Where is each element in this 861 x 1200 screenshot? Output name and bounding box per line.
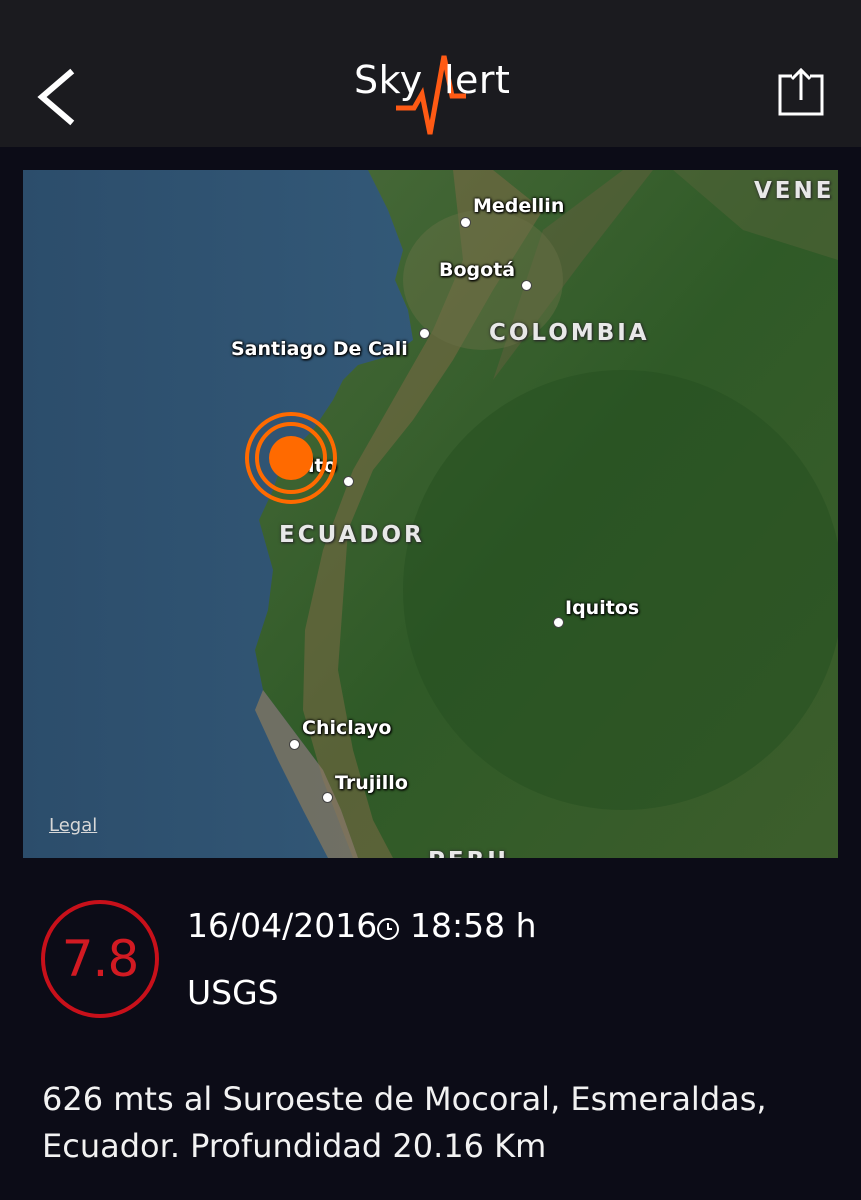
city-label-chiclayo: Chiclayo bbox=[302, 717, 392, 739]
event-date: 16/04/2016 bbox=[187, 906, 378, 945]
event-source: USGS bbox=[187, 973, 279, 1012]
share-button[interactable] bbox=[770, 62, 832, 124]
skyalert-logo: Sky lert bbox=[340, 50, 520, 145]
city-dot bbox=[460, 217, 471, 228]
city-dot bbox=[521, 280, 532, 291]
share-icon bbox=[778, 67, 824, 116]
city-dot bbox=[322, 792, 333, 803]
country-label-ecuador: ECUADOR bbox=[279, 522, 425, 548]
earthquake-map[interactable]: Medellin Bogotá Santiago De Cali ito Iqu… bbox=[23, 170, 838, 858]
city-dot bbox=[343, 476, 354, 487]
epicenter-marker[interactable] bbox=[243, 410, 339, 506]
city-label-bogota: Bogotá bbox=[439, 259, 516, 281]
app-root: Sky lert Medellin Bogotá Santiago De Cal… bbox=[0, 0, 861, 1200]
back-button[interactable] bbox=[24, 60, 94, 130]
city-label-cali: Santiago De Cali bbox=[231, 338, 408, 360]
clock-icon bbox=[377, 918, 399, 940]
country-label-colombia: COLOMBIA bbox=[489, 320, 650, 346]
event-time: 18:58 h bbox=[410, 906, 537, 945]
legal-link[interactable]: Legal bbox=[49, 815, 97, 836]
city-label-iquitos: Iquitos bbox=[565, 597, 640, 619]
city-dot bbox=[553, 617, 564, 628]
magnitude-value: 7.8 bbox=[61, 930, 140, 988]
city-label-medellin: Medellin bbox=[473, 195, 565, 217]
logo-text-right: lert bbox=[444, 58, 511, 102]
city-dot bbox=[419, 328, 430, 339]
city-dot bbox=[289, 739, 300, 750]
country-label-venezuela: VENE bbox=[754, 178, 835, 204]
chevron-left-icon bbox=[37, 68, 75, 126]
event-description: 626 mts al Suroeste de Mocoral, Esmerald… bbox=[42, 1080, 767, 1165]
country-label-peru: PERU bbox=[428, 848, 509, 858]
top-bar: Sky lert bbox=[0, 0, 861, 147]
magnitude-badge: 7.8 bbox=[41, 900, 159, 1018]
epicenter-marker-icon bbox=[245, 412, 337, 504]
satellite-map-image bbox=[23, 170, 838, 858]
city-label-trujillo: Trujillo bbox=[335, 772, 408, 794]
